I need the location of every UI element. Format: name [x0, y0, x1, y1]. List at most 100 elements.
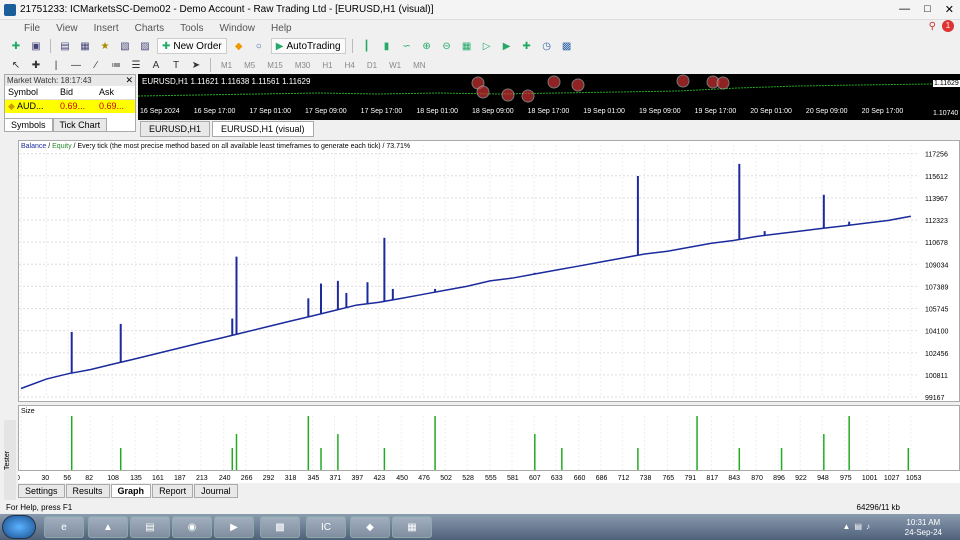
- tf-d1[interactable]: D1: [363, 61, 381, 70]
- price-chart[interactable]: EURUSD,H1 1.11621 1.11638 1.11561 1.1162…: [138, 74, 960, 120]
- chart-shift-icon[interactable]: ▶: [499, 39, 515, 53]
- files-icon[interactable]: ▩: [260, 516, 300, 538]
- close-icon[interactable]: ✕: [125, 75, 133, 86]
- metaeditor-icon[interactable]: ◆: [231, 39, 247, 53]
- tf-h1[interactable]: H1: [318, 61, 336, 70]
- menu-tools[interactable]: Tools: [172, 23, 211, 34]
- column-ask[interactable]: Ask: [96, 86, 135, 100]
- maximize-icon[interactable]: □: [924, 3, 931, 16]
- auto-trading-button[interactable]: ▶ AutoTrading: [270, 38, 346, 54]
- menu-view[interactable]: View: [48, 23, 86, 34]
- x-tick-label: 1027: [884, 475, 900, 482]
- tray-arrow-icon[interactable]: ▲: [843, 522, 851, 531]
- periods-icon[interactable]: ◷: [539, 39, 555, 53]
- autoscroll-icon[interactable]: ▷: [479, 39, 495, 53]
- x-tick-label: 502: [440, 475, 452, 482]
- column-bid[interactable]: Bid: [57, 86, 97, 100]
- indicators-icon[interactable]: ✚: [519, 39, 535, 53]
- crosshair-icon[interactable]: ✚: [28, 58, 44, 72]
- clock-time: 10:31 AM: [906, 518, 941, 527]
- vlc-icon[interactable]: ▲: [88, 516, 128, 538]
- tab-results[interactable]: Results: [65, 484, 110, 498]
- navigator-icon[interactable]: ★: [97, 39, 113, 53]
- column-symbol[interactable]: Symbol: [5, 86, 58, 100]
- tf-mn[interactable]: MN: [409, 61, 429, 70]
- notification-icon[interactable]: 1: [942, 20, 954, 32]
- standard-toolbar: ✚ ▣ ▤ ▦ ★ ▧ ▨ ✚ New Order ◆ ○ ▶ AutoTradin…: [0, 36, 960, 56]
- media-player-icon[interactable]: ▶: [214, 516, 254, 538]
- tf-m30[interactable]: M30: [291, 61, 315, 70]
- new-order-button[interactable]: ✚ New Order: [157, 38, 227, 54]
- tab-settings[interactable]: Settings: [18, 484, 65, 498]
- close-icon[interactable]: ✕: [945, 3, 954, 16]
- tab-eurusd-h1[interactable]: EURUSD,H1: [140, 121, 211, 137]
- minimize-icon[interactable]: —: [899, 3, 910, 16]
- tab-symbols[interactable]: Symbols: [4, 118, 53, 132]
- network-icon[interactable]: ▤: [854, 522, 862, 531]
- price-label-low: 1.10740: [933, 110, 959, 117]
- menu-help[interactable]: Help: [263, 23, 300, 34]
- metatrader-icon[interactable]: IC: [306, 516, 346, 538]
- fibonacci-icon[interactable]: ☰: [128, 58, 144, 72]
- signals-icon[interactable]: ○: [251, 39, 267, 53]
- symbol-icon: ◆: [8, 100, 15, 111]
- zoom-out-icon[interactable]: ⊖: [439, 39, 455, 53]
- tester-icon[interactable]: ▨: [137, 39, 153, 53]
- bid-value: 0.69...: [57, 99, 97, 113]
- profiles-icon[interactable]: ▣: [28, 39, 44, 53]
- table-row[interactable]: ◆ AUD... 0.69... 0.69...: [5, 99, 135, 113]
- tab-report[interactable]: Report: [152, 484, 194, 498]
- text-icon[interactable]: A: [148, 58, 164, 72]
- tab-journal[interactable]: Journal: [194, 484, 238, 498]
- tile-windows-icon[interactable]: ▦: [459, 39, 475, 53]
- explorer-icon[interactable]: ▤: [130, 516, 170, 538]
- market-watch-icon[interactable]: ▤: [57, 39, 73, 53]
- arrows-icon[interactable]: ➤: [188, 58, 204, 72]
- tf-m15[interactable]: M15: [263, 61, 287, 70]
- tester-side-label[interactable]: Tester: [4, 420, 16, 500]
- label-icon[interactable]: T: [168, 58, 184, 72]
- vertical-line-icon[interactable]: |: [48, 58, 64, 72]
- search-icon[interactable]: ⚲: [929, 21, 936, 32]
- horizontal-line-icon[interactable]: —: [68, 58, 84, 72]
- tab-tick-chart[interactable]: Tick Chart: [52, 118, 108, 132]
- templates-icon[interactable]: ▩: [559, 39, 575, 53]
- balance-graph: Balance / Equity / Every tick (the most …: [18, 140, 960, 402]
- calculator-icon[interactable]: ▦: [392, 516, 432, 538]
- tf-h4[interactable]: H4: [341, 61, 359, 70]
- tf-m5[interactable]: M5: [240, 61, 259, 70]
- data-window-icon[interactable]: ▦: [77, 39, 93, 53]
- line-chart-icon[interactable]: ∽: [399, 39, 415, 53]
- tab-eurusd-h1-visual[interactable]: EURUSD,H1 (visual): [212, 121, 314, 137]
- menu-window[interactable]: Window: [211, 23, 263, 34]
- chrome-icon[interactable]: ◉: [172, 516, 212, 538]
- menu-charts[interactable]: Charts: [127, 23, 172, 34]
- tf-m1[interactable]: M1: [217, 61, 236, 70]
- y-tick-label: 99167: [925, 395, 945, 401]
- x-tick-label: 345: [308, 475, 320, 482]
- x-tick-label: 56: [63, 475, 71, 482]
- clock[interactable]: 10:31 AM 24-Sep-24: [905, 518, 942, 538]
- x-tick-label: 922: [795, 475, 807, 482]
- channel-icon[interactable]: ≔: [108, 58, 124, 72]
- tester-tabs: Settings Results Graph Report Journal: [18, 484, 239, 498]
- balance-line: [20, 215, 911, 390]
- ie-icon[interactable]: e: [44, 516, 84, 538]
- x-tick-label: 555: [485, 475, 497, 482]
- menu-file[interactable]: File: [0, 23, 48, 34]
- new-chart-icon[interactable]: ✚: [8, 39, 24, 53]
- zoom-in-icon[interactable]: ⊕: [419, 39, 435, 53]
- tab-graph[interactable]: Graph: [110, 484, 152, 498]
- bar-chart-icon[interactable]: ┃: [359, 39, 375, 53]
- trendline-icon[interactable]: ∕: [88, 58, 104, 72]
- menu-insert[interactable]: Insert: [86, 23, 127, 34]
- y-tick-label: 110678: [925, 240, 948, 247]
- start-button[interactable]: [2, 515, 36, 539]
- tf-w1[interactable]: W1: [385, 61, 405, 70]
- cursor-icon[interactable]: ↖: [8, 58, 24, 72]
- market-watch-title: Market Watch: 18:17:43: [5, 75, 135, 86]
- archive-icon[interactable]: ◆: [350, 516, 390, 538]
- terminal-icon[interactable]: ▧: [117, 39, 133, 53]
- candlestick-icon[interactable]: ▮: [379, 39, 395, 53]
- volume-icon[interactable]: ♪: [866, 522, 870, 531]
